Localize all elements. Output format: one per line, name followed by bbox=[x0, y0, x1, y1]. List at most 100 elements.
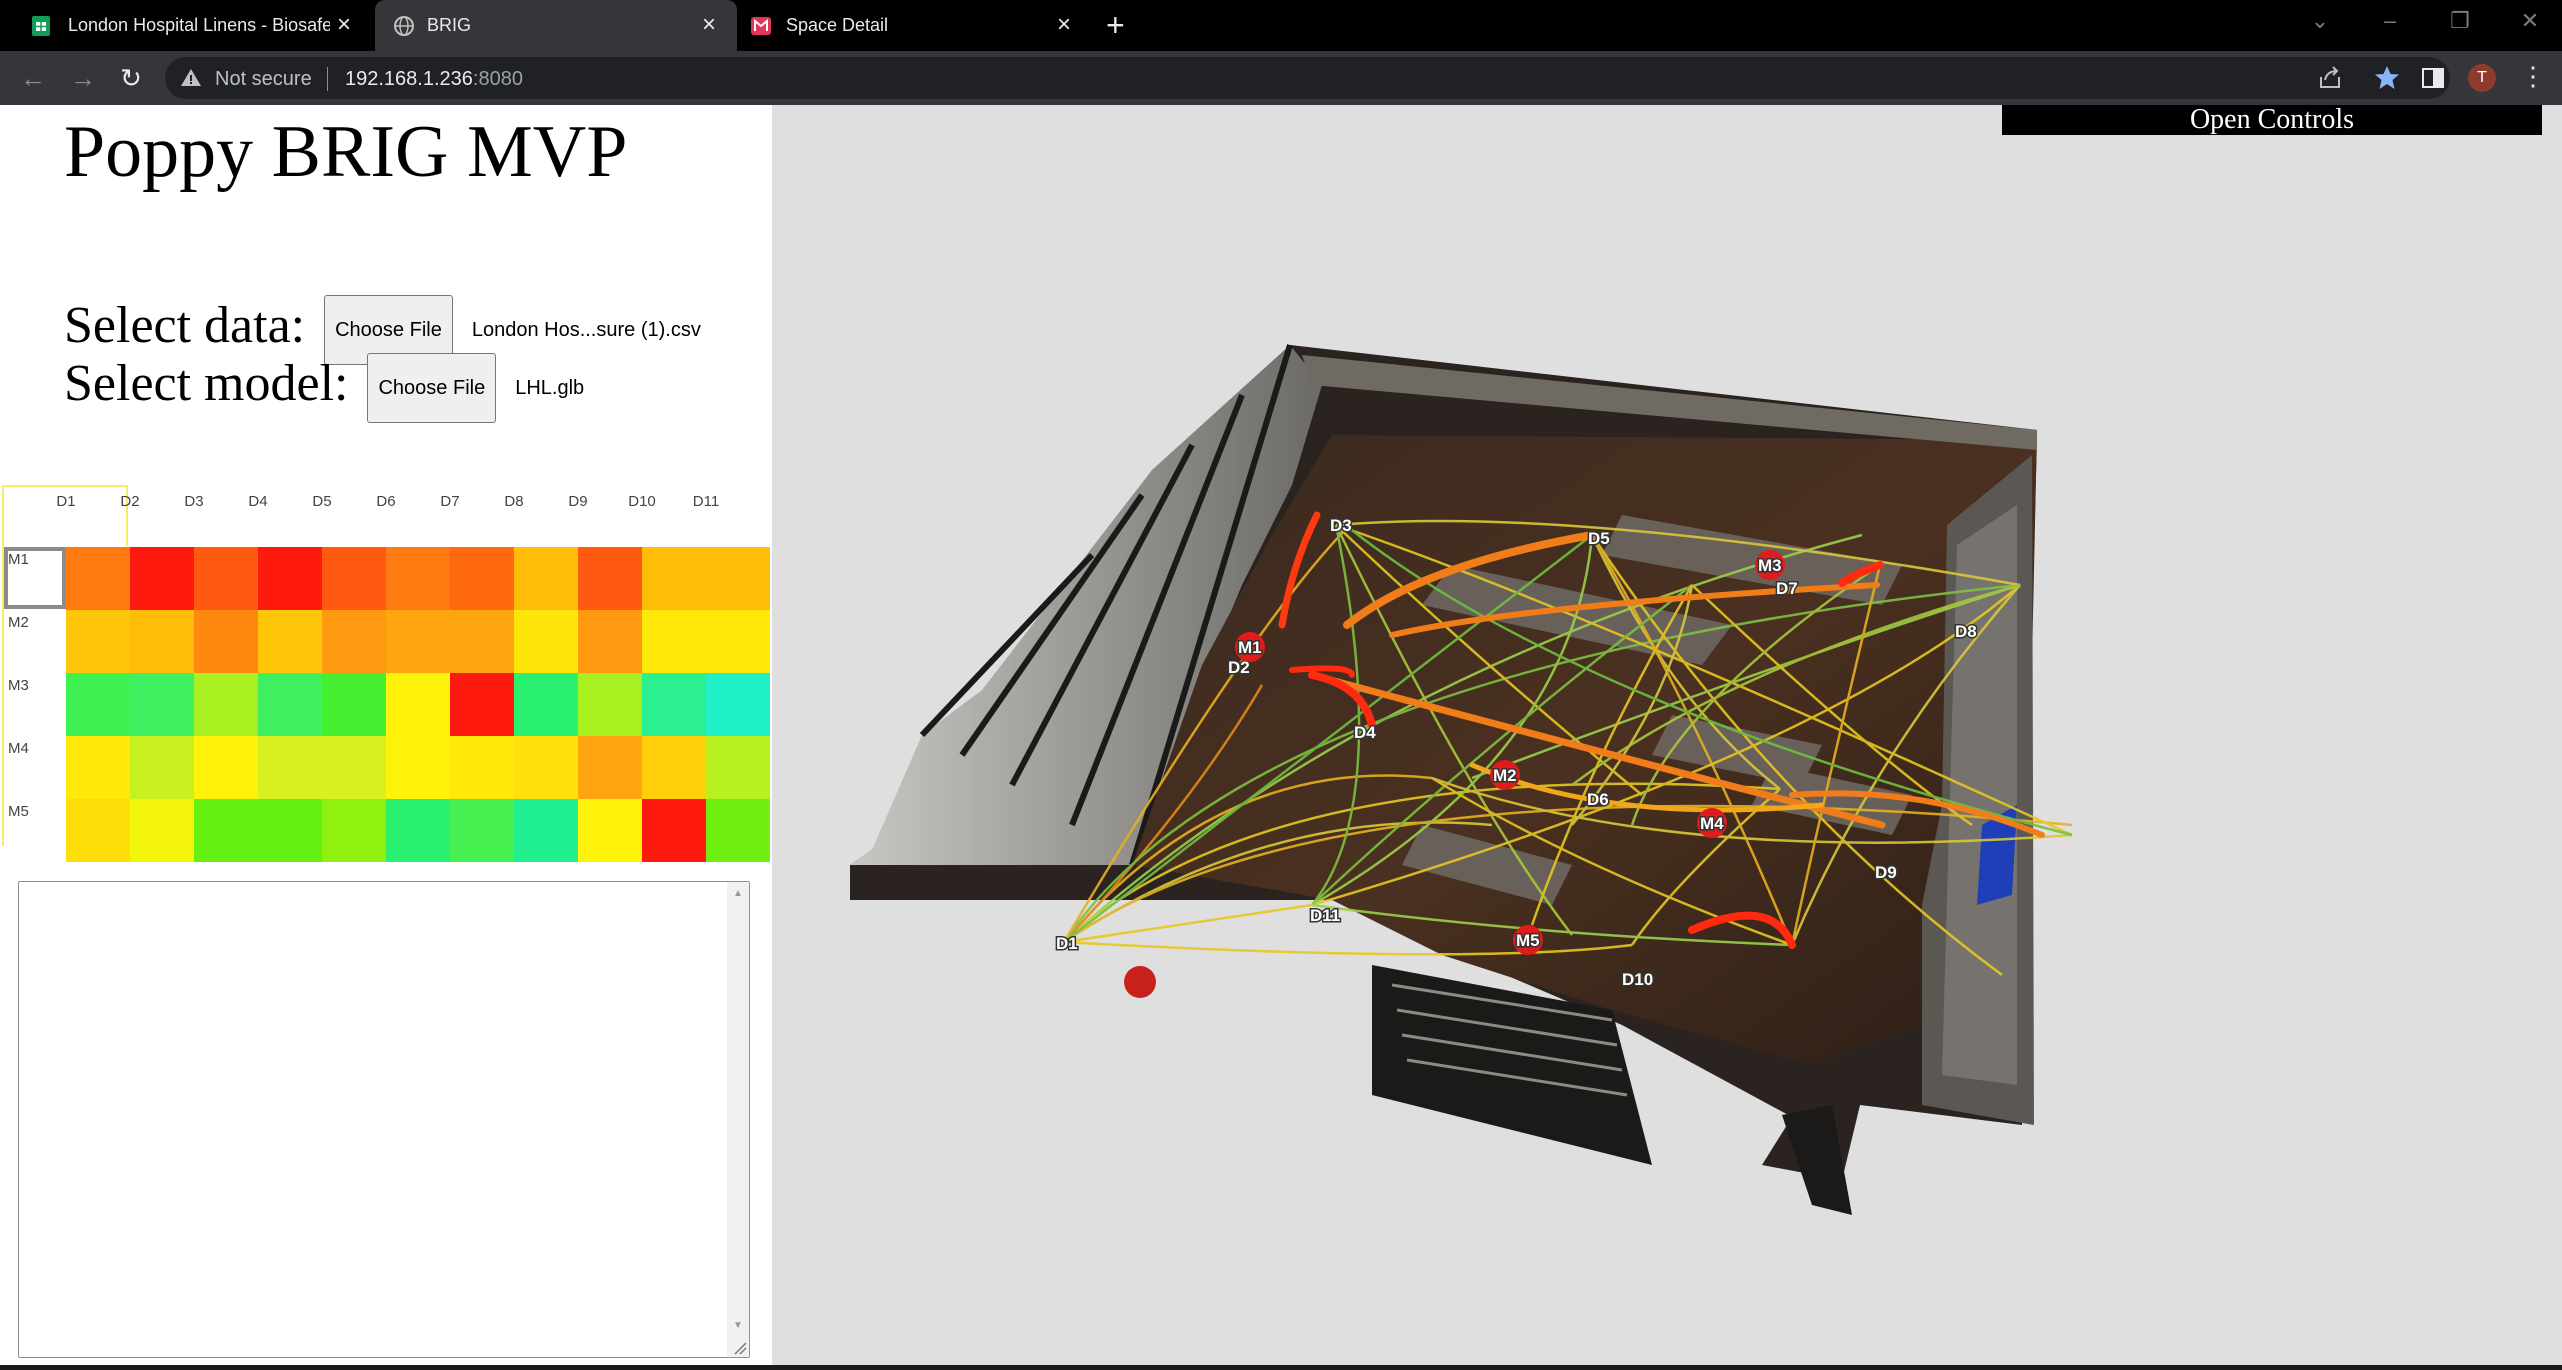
node-d6[interactable]: D6 bbox=[1586, 789, 1611, 811]
marker-m5[interactable]: M5 bbox=[1513, 925, 1543, 955]
heatmap-cell[interactable] bbox=[450, 799, 514, 862]
tab-london-hospital-linens[interactable]: London Hospital Linens - Biosafe × bbox=[0, 0, 372, 51]
node-d3[interactable]: D3 bbox=[1329, 515, 1354, 537]
model-viewer[interactable]: D1 D2 D3 D4 D5 D6 D7 D8 D9 D10 D11 M1 M2… bbox=[772, 105, 2562, 1370]
heatmap-cell[interactable] bbox=[450, 736, 514, 799]
heatmap-cell[interactable] bbox=[322, 736, 386, 799]
close-window-button[interactable]: ✕ bbox=[2510, 8, 2550, 34]
node-d7[interactable]: D7 bbox=[1775, 578, 1800, 600]
heatmap-cell[interactable] bbox=[130, 736, 194, 799]
heatmap-cell[interactable] bbox=[66, 799, 130, 862]
forward-button[interactable]: → bbox=[68, 63, 98, 93]
heatmap-cell[interactable] bbox=[450, 673, 514, 736]
heatmap-cell[interactable] bbox=[322, 799, 386, 862]
heatmap-cell[interactable] bbox=[194, 673, 258, 736]
url-input[interactable]: Not secure 192.168.1.236:8080 bbox=[165, 57, 2450, 99]
scroll-up-icon[interactable]: ▲ bbox=[733, 888, 743, 899]
tab-space-detail[interactable]: Space Detail × bbox=[740, 0, 1092, 51]
security-label[interactable]: Not secure bbox=[215, 68, 312, 91]
node-d8[interactable]: D8 bbox=[1954, 621, 1979, 643]
heatmap-cell[interactable] bbox=[514, 673, 578, 736]
heatmap-cell[interactable] bbox=[514, 547, 578, 610]
restore-button[interactable]: ❐ bbox=[2440, 8, 2480, 34]
marker-m3[interactable]: M3 bbox=[1755, 550, 1785, 580]
heatmap-cell[interactable] bbox=[194, 610, 258, 673]
heatmap-cell[interactable] bbox=[386, 799, 450, 862]
heatmap-cell[interactable] bbox=[706, 736, 770, 799]
node-d1[interactable]: D1 bbox=[1055, 933, 1080, 955]
tab-search-icon[interactable]: ⌄ bbox=[2300, 8, 2340, 34]
heatmap-cell[interactable] bbox=[194, 799, 258, 862]
heatmap-cell[interactable] bbox=[258, 736, 322, 799]
minimize-button[interactable]: – bbox=[2370, 8, 2410, 34]
resize-handle-icon[interactable] bbox=[731, 1339, 747, 1355]
heatmap-cell[interactable] bbox=[258, 799, 322, 862]
tab-brig[interactable]: BRIG × bbox=[375, 0, 737, 51]
heatmap-cell[interactable] bbox=[66, 736, 130, 799]
heatmap-cell[interactable] bbox=[130, 799, 194, 862]
heatmap-cell[interactable] bbox=[130, 547, 194, 610]
heatmap-cell[interactable] bbox=[514, 799, 578, 862]
heatmap-cell[interactable] bbox=[514, 610, 578, 673]
marker-m1[interactable]: M1 bbox=[1235, 632, 1265, 662]
log-textarea[interactable]: ▲ ▼ bbox=[18, 881, 750, 1358]
heatmap-cell[interactable] bbox=[130, 673, 194, 736]
heatmap-cell[interactable] bbox=[578, 673, 642, 736]
scene-canvas[interactable]: D1 D2 D3 D4 D5 D6 D7 D8 D9 D10 D11 M1 M2… bbox=[772, 105, 2562, 1370]
heatmap-cell[interactable] bbox=[578, 610, 642, 673]
choose-model-file-button[interactable]: Choose File bbox=[367, 353, 497, 423]
heatmap-cell[interactable] bbox=[258, 610, 322, 673]
heatmap-cell[interactable] bbox=[258, 673, 322, 736]
scroll-down-icon[interactable]: ▼ bbox=[733, 1320, 743, 1331]
heatmap-cell[interactable] bbox=[514, 736, 578, 799]
heatmap-cell[interactable] bbox=[706, 673, 770, 736]
heatmap-cell[interactable] bbox=[642, 547, 706, 610]
heatmap-cell[interactable] bbox=[450, 547, 514, 610]
heatmap-cell[interactable] bbox=[386, 736, 450, 799]
heatmap-cell[interactable] bbox=[450, 610, 514, 673]
share-icon[interactable] bbox=[2315, 63, 2345, 93]
heatmap-cell[interactable] bbox=[706, 799, 770, 862]
warning-icon[interactable] bbox=[179, 66, 203, 90]
heatmap-cell[interactable] bbox=[706, 547, 770, 610]
heatmap-cell[interactable] bbox=[66, 673, 130, 736]
heatmap-cell[interactable] bbox=[322, 547, 386, 610]
heatmap-cell[interactable] bbox=[706, 610, 770, 673]
close-icon[interactable]: × bbox=[330, 11, 358, 39]
heatmap-cell[interactable] bbox=[66, 547, 130, 610]
heatmap-cell[interactable] bbox=[66, 610, 130, 673]
heatmap-cell[interactable] bbox=[642, 799, 706, 862]
side-panel-icon[interactable] bbox=[2418, 63, 2448, 93]
scrollbar[interactable]: ▲ ▼ bbox=[727, 882, 749, 1357]
heatmap-cell[interactable] bbox=[194, 736, 258, 799]
heatmap-cell[interactable] bbox=[642, 736, 706, 799]
node-d9[interactable]: D9 bbox=[1874, 862, 1899, 884]
menu-dots-icon[interactable]: ⋮ bbox=[2520, 61, 2546, 92]
node-d10[interactable]: D10 bbox=[1621, 969, 1655, 991]
profile-avatar[interactable]: T bbox=[2468, 64, 2496, 92]
node-d11[interactable]: D11 bbox=[1309, 905, 1342, 927]
heatmap-cell[interactable] bbox=[386, 547, 450, 610]
node-d5[interactable]: D5 bbox=[1587, 528, 1612, 550]
heatmap-cell[interactable] bbox=[642, 673, 706, 736]
heatmap-cell[interactable] bbox=[386, 610, 450, 673]
reload-button[interactable]: ↻ bbox=[116, 63, 146, 93]
close-icon[interactable]: × bbox=[1050, 11, 1078, 39]
heatmap-cell[interactable] bbox=[130, 610, 194, 673]
node-d4[interactable]: D4 bbox=[1353, 722, 1378, 744]
heatmap-cell[interactable] bbox=[322, 610, 386, 673]
heatmap-cell[interactable] bbox=[258, 547, 322, 610]
heatmap-cell[interactable] bbox=[322, 673, 386, 736]
new-tab-button[interactable]: + bbox=[1106, 8, 1125, 42]
heatmap-cell[interactable] bbox=[578, 799, 642, 862]
heatmap-cell[interactable] bbox=[578, 736, 642, 799]
back-button[interactable]: ← bbox=[18, 63, 48, 93]
heatmap-cell[interactable] bbox=[194, 547, 258, 610]
heatmap-cell[interactable] bbox=[642, 610, 706, 673]
marker-m4[interactable]: M4 bbox=[1697, 808, 1727, 838]
open-controls-button[interactable]: Open Controls bbox=[2002, 105, 2542, 135]
bookmark-star-icon[interactable] bbox=[2372, 63, 2402, 93]
close-icon[interactable]: × bbox=[695, 11, 723, 39]
heatmap-cell[interactable] bbox=[578, 547, 642, 610]
heatmap-cell[interactable] bbox=[386, 673, 450, 736]
